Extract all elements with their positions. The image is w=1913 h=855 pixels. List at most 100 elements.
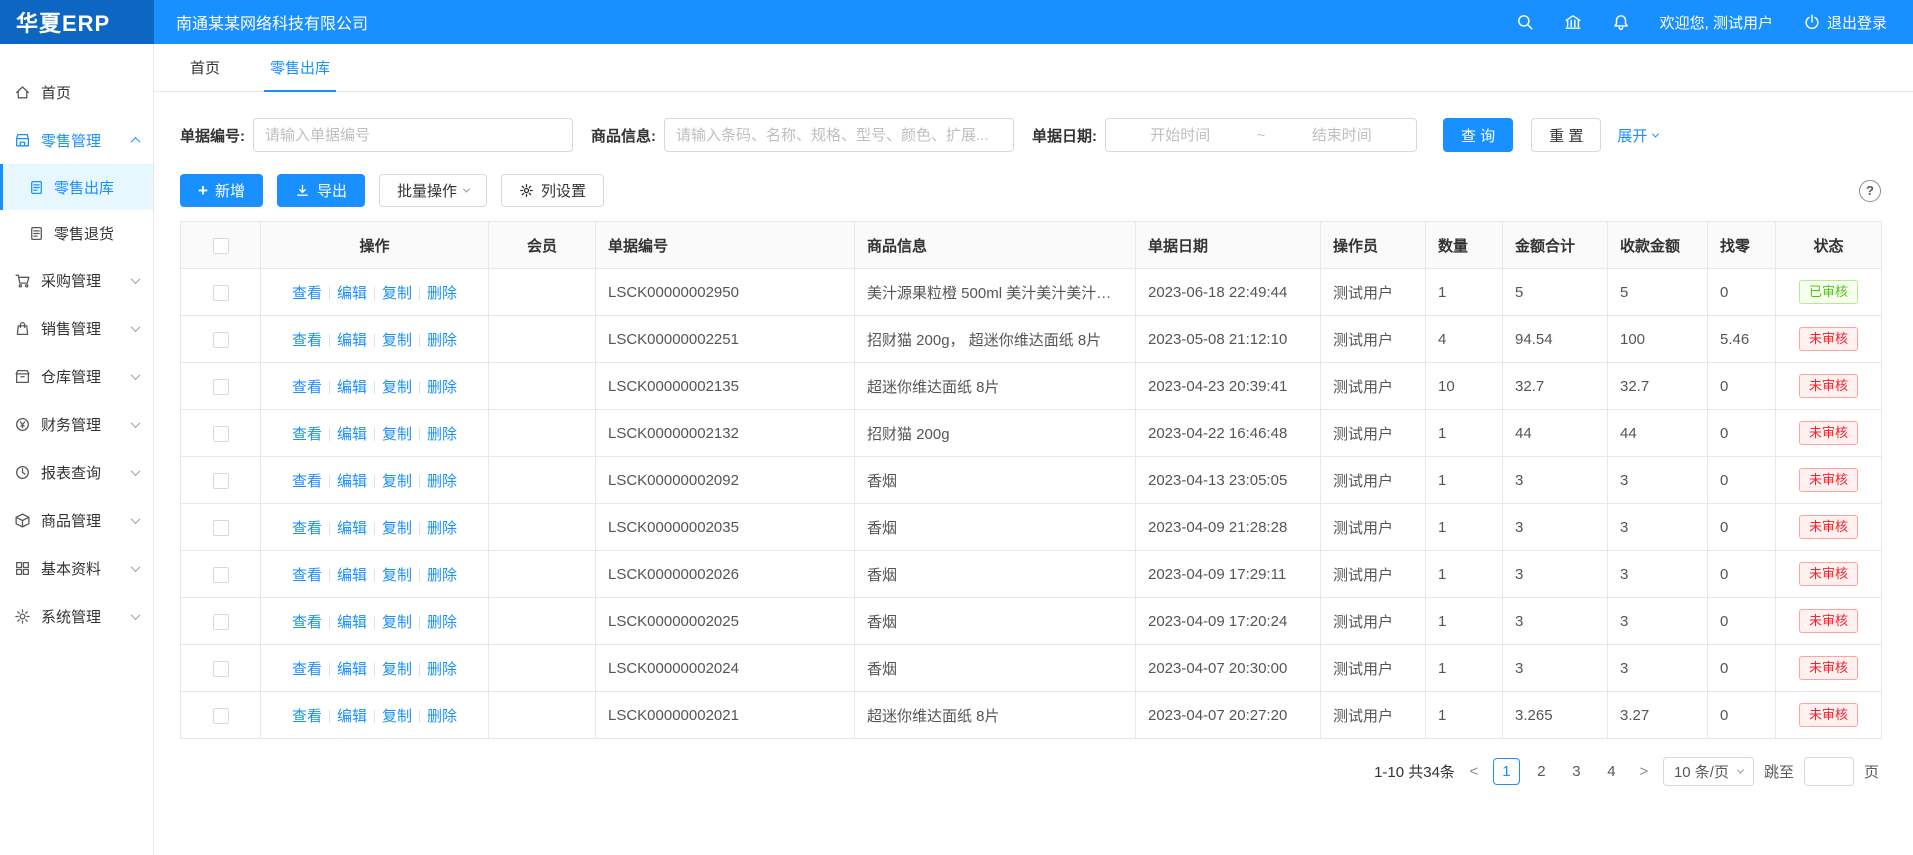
search-button[interactable]: 查 询 [1443,118,1513,152]
row-checkbox[interactable] [213,332,229,348]
row-action-delete[interactable]: 删除 [427,426,457,443]
sidebar-item-warehouse[interactable]: 仓库管理 [0,352,153,400]
row-action-view[interactable]: 查看 [292,614,322,631]
row-action-delete[interactable]: 删除 [427,520,457,537]
sidebar-item-retail[interactable]: 零售管理 [0,116,153,164]
row-action-copy[interactable]: 复制 [382,285,412,302]
export-button[interactable]: 导出 [277,174,365,207]
cell-qty: 1 [1426,551,1503,598]
select-all-checkbox[interactable] [213,238,229,254]
row-action-delete[interactable]: 删除 [427,473,457,490]
logout-button[interactable]: 退出登录 [1803,12,1887,33]
row-checkbox[interactable] [213,426,229,442]
row-action-copy[interactable]: 复制 [382,661,412,678]
row-action-view[interactable]: 查看 [292,285,322,302]
bell-icon[interactable] [1612,13,1630,31]
status-badge: 已审核 [1799,280,1858,304]
cell-qty: 1 [1426,692,1503,739]
batch-operations-button[interactable]: 批量操作 [379,174,487,207]
column-settings-button[interactable]: 列设置 [501,174,604,207]
cell-bill-no: LSCK00000002024 [596,645,855,692]
date-range-picker[interactable]: ~ [1105,118,1417,152]
expand-link[interactable]: 展开 [1617,125,1658,146]
sidebar-item-finance[interactable]: 财务管理 [0,400,153,448]
sidebar-item-retail-outbound[interactable]: 零售出库 [0,164,153,210]
row-action-view[interactable]: 查看 [292,426,322,443]
row-action-edit[interactable]: 编辑 [337,520,367,537]
row-action-copy[interactable]: 复制 [382,708,412,725]
row-action-delete[interactable]: 删除 [427,379,457,396]
sidebar-item-sales[interactable]: 销售管理 [0,304,153,352]
page-button-2[interactable]: 2 [1528,758,1555,785]
row-action-delete[interactable]: 删除 [427,614,457,631]
add-button[interactable]: + 新增 [180,174,263,207]
row-action-edit[interactable]: 编辑 [337,426,367,443]
sidebar-item-purchase[interactable]: 采购管理 [0,256,153,304]
row-action-edit[interactable]: 编辑 [337,708,367,725]
row-action-copy[interactable]: 复制 [382,426,412,443]
sidebar-item-retail-return[interactable]: 零售退货 [0,210,153,256]
row-action-delete[interactable]: 删除 [427,285,457,302]
row-action-copy[interactable]: 复制 [382,614,412,631]
product-info-input[interactable] [664,118,1014,152]
row-action-edit[interactable]: 编辑 [337,473,367,490]
row-checkbox[interactable] [213,708,229,724]
start-date-input[interactable] [1106,120,1255,150]
row-checkbox[interactable] [213,661,229,677]
row-action-view[interactable]: 查看 [292,520,322,537]
sidebar-item-basic-data[interactable]: 基本资料 [0,544,153,592]
search-icon[interactable] [1516,13,1534,31]
sidebar-item-system[interactable]: 系统管理 [0,592,153,640]
page-button-4[interactable]: 4 [1598,758,1625,785]
sidebar-item-label: 采购管理 [41,270,101,291]
row-action-view[interactable]: 查看 [292,379,322,396]
row-checkbox[interactable] [213,567,229,583]
tab-retail-outbound[interactable]: 零售出库 [264,44,336,92]
cell-change: 5.46 [1708,316,1776,363]
row-action-edit[interactable]: 编辑 [337,661,367,678]
page-size-select[interactable]: 10 条/页 [1663,757,1754,786]
bank-icon[interactable] [1564,13,1582,31]
row-action-copy[interactable]: 复制 [382,567,412,584]
page-button-3[interactable]: 3 [1563,758,1590,785]
prev-page-button[interactable]: < [1465,763,1483,780]
row-checkbox[interactable] [213,379,229,395]
row-action-copy[interactable]: 复制 [382,379,412,396]
page-button-1[interactable]: 1 [1493,758,1520,785]
row-action-copy[interactable]: 复制 [382,473,412,490]
row-action-edit[interactable]: 编辑 [337,332,367,349]
action-separator [329,663,330,676]
row-action-edit[interactable]: 编辑 [337,614,367,631]
row-checkbox[interactable] [213,520,229,536]
jump-page-input[interactable] [1804,757,1854,786]
next-page-button[interactable]: > [1635,763,1653,780]
reset-button[interactable]: 重 置 [1531,118,1601,152]
row-action-edit[interactable]: 编辑 [337,285,367,302]
chevron-down-icon [132,517,139,524]
welcome-user[interactable]: 欢迎您, 测试用户 [1660,12,1773,33]
row-action-view[interactable]: 查看 [292,661,322,678]
row-action-view[interactable]: 查看 [292,708,322,725]
sidebar-item-reports[interactable]: 报表查询 [0,448,153,496]
row-action-copy[interactable]: 复制 [382,520,412,537]
row-action-edit[interactable]: 编辑 [337,567,367,584]
sidebar-item-home[interactable]: 首页 [0,68,153,116]
row-action-delete[interactable]: 删除 [427,567,457,584]
help-icon[interactable]: ? [1859,180,1881,202]
row-action-edit[interactable]: 编辑 [337,379,367,396]
sidebar-item-products[interactable]: 商品管理 [0,496,153,544]
row-checkbox[interactable] [213,473,229,489]
row-checkbox[interactable] [213,285,229,301]
row-action-view[interactable]: 查看 [292,473,322,490]
home-icon [14,84,31,101]
row-action-delete[interactable]: 删除 [427,661,457,678]
row-action-view[interactable]: 查看 [292,332,322,349]
bill-no-input[interactable] [253,118,573,152]
end-date-input[interactable] [1267,120,1416,150]
row-action-view[interactable]: 查看 [292,567,322,584]
row-action-delete[interactable]: 删除 [427,332,457,349]
tab-home[interactable]: 首页 [184,44,226,92]
row-action-copy[interactable]: 复制 [382,332,412,349]
row-checkbox[interactable] [213,614,229,630]
row-action-delete[interactable]: 删除 [427,708,457,725]
